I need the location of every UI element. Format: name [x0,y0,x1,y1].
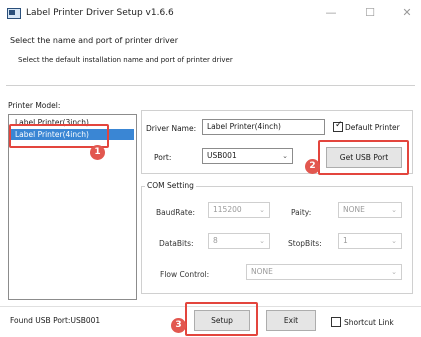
parity-select[interactable]: NONE ⌄ [338,202,402,218]
step-badge-3: 3 [171,318,186,333]
stopbits-label: StopBits: [288,239,322,248]
printer-model-label: Printer Model: [8,101,61,110]
chevron-down-icon: ⌄ [391,206,397,214]
highlight-printer-model [9,124,109,148]
chevron-down-icon: ⌄ [259,237,265,245]
baudrate-select[interactable]: 115200 ⌄ [208,202,270,218]
driver-name-input[interactable]: Label Printer(4inch) [202,119,325,135]
chevron-down-icon: ⌄ [282,152,288,160]
chevron-down-icon: ⌄ [259,206,265,214]
com-setting-label: COM Setting [145,181,196,190]
chevron-down-icon: ⌄ [391,237,397,245]
shortcut-link-checkbox[interactable] [331,317,341,327]
header-title: Select the name and port of printer driv… [10,36,178,45]
app-icon [7,8,21,19]
step-badge-2: 2 [305,159,320,174]
databits-label: DataBits: [159,239,194,248]
flow-control-label: Flow Control: [160,270,210,279]
parity-label: Paity: [291,208,312,217]
header-subtitle: Select the default installation name and… [18,56,233,64]
highlight-get-usb-port [318,140,409,175]
check-icon: ✓ [335,120,343,130]
exit-button[interactable]: Exit [266,310,316,331]
driver-name-label: Driver Name: [146,124,197,133]
window-title: Label Printer Driver Setup v1.6.6 [26,8,174,18]
default-printer-label: Default Printer [345,123,400,132]
status-text: Found USB Port:USB001 [10,316,101,325]
baudrate-value: 115200 [213,205,242,214]
port-value: USB001 [207,151,237,160]
stopbits-select[interactable]: 1 ⌄ [338,233,402,249]
header-panel: Select the name and port of printer driv… [6,28,415,86]
baudrate-label: BaudRate: [156,208,195,217]
databits-select[interactable]: 8 ⌄ [208,233,270,249]
step-badge-1: 1 [90,145,105,160]
maximize-button[interactable]: ☐ [358,4,382,22]
stopbits-value: 1 [343,236,348,245]
flow-control-value: NONE [251,267,273,276]
flow-control-select[interactable]: NONE ⌄ [246,264,402,280]
databits-value: 8 [213,236,218,245]
title-bar: Label Printer Driver Setup v1.6.6 — ☐ ✕ [0,0,421,27]
default-printer-checkbox[interactable]: ✓ [333,120,343,132]
parity-value: NONE [343,205,365,214]
port-select[interactable]: USB001 ⌄ [202,148,293,164]
minimize-button[interactable]: — [319,4,343,22]
shortcut-link-label: Shortcut Link [344,318,394,327]
close-button[interactable]: ✕ [395,4,419,22]
port-label: Port: [154,153,172,162]
highlight-setup [185,302,258,336]
chevron-down-icon: ⌄ [391,268,397,276]
